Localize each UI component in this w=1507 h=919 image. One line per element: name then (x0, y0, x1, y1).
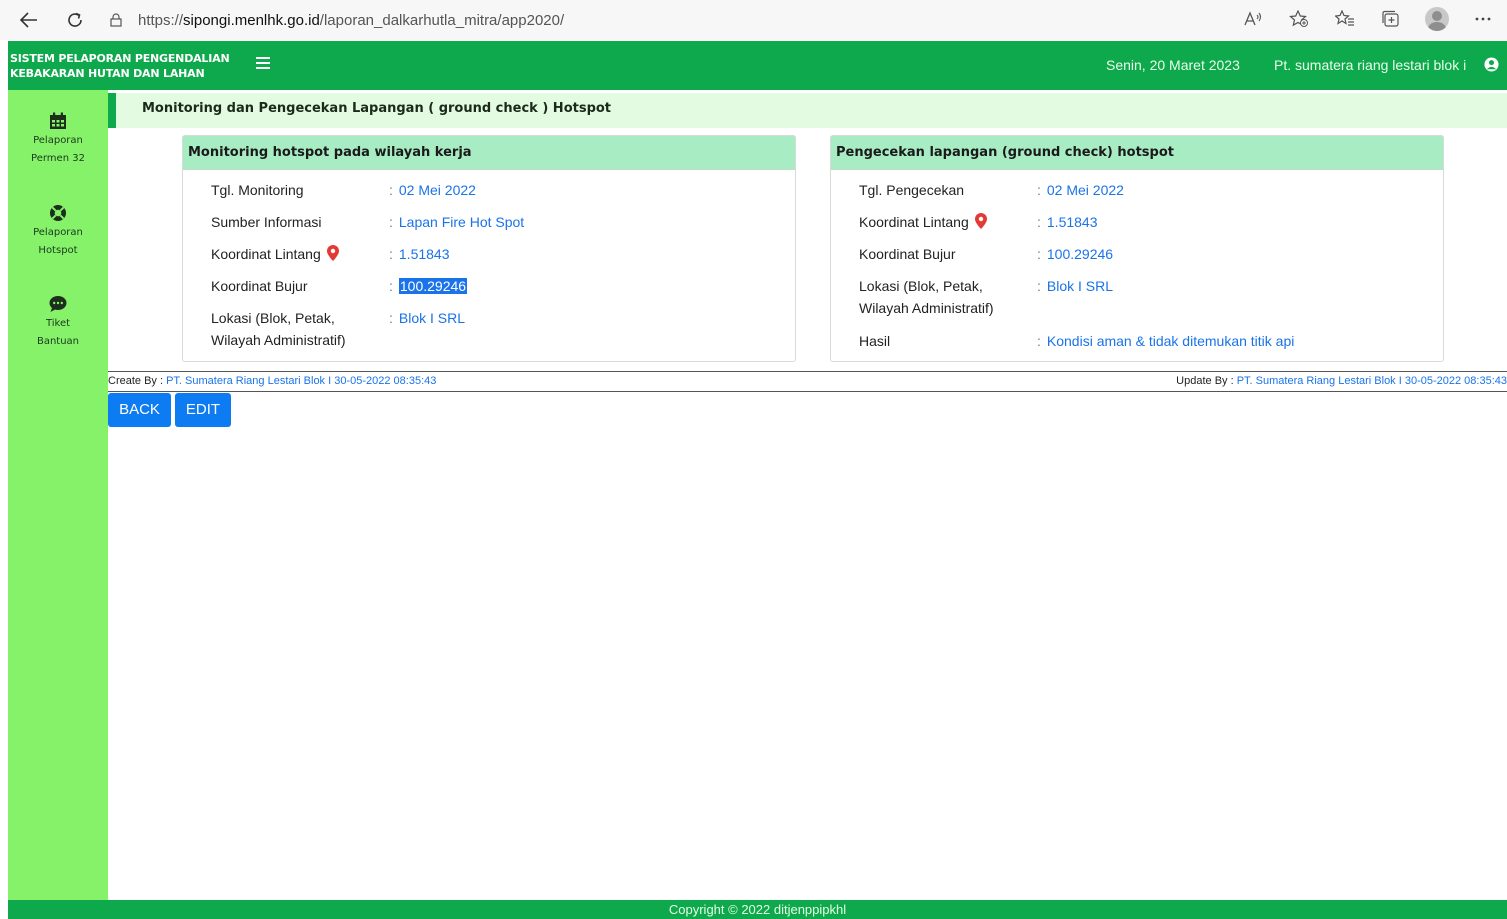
lock-icon (110, 13, 122, 27)
sidebar-item-tiket-bantuan[interactable]: Tiket Bantuan (8, 295, 108, 351)
field-label: Koordinat Lintang (211, 246, 321, 262)
field-label: Hasil (859, 333, 891, 349)
header-user-name[interactable]: Pt. sumatera riang lestari blok i (1274, 57, 1466, 73)
groundcheck-panel: Pengecekan lapangan (ground check) hotsp… (830, 135, 1444, 362)
field-label: Lokasi (Blok, Petak, Wilayah Administrati… (211, 307, 381, 351)
url-host: sipongi.menlhk.go.id (183, 11, 320, 29)
field-label: Tgl. Monitoring (211, 182, 304, 198)
field-label-line-1: Lokasi (Blok, Petak, (859, 278, 983, 294)
colon: : (389, 214, 393, 230)
monitoring-panel-title: Monitoring hotspot pada wilayah kerja (183, 136, 795, 170)
url-protocol: https:// (138, 11, 184, 29)
updated-by-value: PT. Sumatera Riang Lestari Blok I 30-05-… (1236, 375, 1507, 387)
sidebar-item-label: Hotspot (38, 245, 78, 256)
user-circle-icon[interactable] (1484, 57, 1499, 72)
menu-toggle-icon[interactable] (256, 57, 270, 69)
field-label-with-icon: Koordinat Lintang (859, 211, 1029, 233)
app-brand[interactable]: SISTEM PELAPORAN PENGENDALIAN KEBAKARAN … (10, 51, 230, 81)
audit-info: Create By : PT. Sumatera Riang Lestari B… (108, 371, 1507, 392)
field-label: Sumber Informasi (211, 214, 322, 230)
monitoring-panel: Monitoring hotspot pada wilayah kerja Tg… (182, 135, 796, 362)
edit-button[interactable]: EDIT (175, 393, 231, 427)
colon: : (1037, 333, 1041, 349)
sidebar-item-label: Tiket (45, 318, 71, 329)
favorites-icon[interactable] (1331, 5, 1359, 33)
back-arrow-icon[interactable] (14, 5, 44, 35)
sidebar-item-label: Pelaporan (33, 135, 83, 146)
monitoring-source-value: Lapan Fire Hot Spot (398, 214, 525, 230)
field-label-with-icon: Koordinat Lintang (211, 243, 381, 265)
field-label: Lokasi (Blok, Petak, Wilayah Administrati… (859, 275, 1029, 319)
back-button[interactable]: BACK (108, 393, 171, 427)
groundcheck-longitude-value: 100.29246 (1046, 246, 1114, 262)
colon: : (1037, 246, 1041, 262)
field-label-line-1: Lokasi (Blok, Petak, (211, 310, 335, 326)
lifebuoy-icon (50, 205, 66, 221)
sidebar-item-permen32[interactable]: Pelaporan Permen 32 (8, 112, 108, 168)
colon: : (389, 278, 393, 294)
sidebar-item-label: Permen 32 (31, 153, 85, 164)
page-title-bar: Monitoring dan Pengecekan Lapangan ( gro… (108, 93, 1507, 128)
colon: : (389, 310, 393, 326)
colon: : (389, 246, 393, 262)
address-bar[interactable]: https://sipongi.menlhk.go.id/laporan_dal… (110, 5, 564, 35)
groundcheck-panel-title: Pengecekan lapangan (ground check) hotsp… (831, 136, 1443, 170)
sidebar: Pelaporan Permen 32 Pelaporan Hotspot Ti… (8, 90, 108, 900)
colon: : (389, 182, 393, 198)
map-pin-icon[interactable] (326, 245, 339, 261)
collections-icon[interactable] (1377, 5, 1405, 33)
field-label: Koordinat Bujur (859, 246, 956, 262)
created-by: Create By : PT. Sumatera Riang Lestari B… (108, 372, 436, 391)
groundcheck-date-value: 02 Mei 2022 (1046, 182, 1124, 198)
calendar-icon (50, 112, 66, 129)
groundcheck-result-value: Kondisi aman & tidak ditemukan titik api (1046, 333, 1295, 349)
created-by-value: PT. Sumatera Riang Lestari Blok I 30-05-… (166, 375, 437, 387)
browser-toolbar: https://sipongi.menlhk.go.id/laporan_dal… (0, 0, 1507, 40)
brand-line-2: KEBAKARAN HUTAN DAN LAHAN (10, 67, 205, 80)
sidebar-item-label: Bantuan (36, 336, 80, 347)
colon: : (1037, 278, 1041, 294)
chat-bubble-icon (49, 296, 67, 312)
monitoring-longitude-value: 100.29246 (398, 278, 468, 294)
groundcheck-latitude-value: 1.51843 (1046, 214, 1098, 230)
colon: : (1037, 182, 1041, 198)
read-aloud-icon[interactable] (1239, 5, 1267, 33)
sidebar-item-label: Pelaporan (33, 227, 83, 238)
monitoring-latitude-value: 1.51843 (398, 246, 450, 262)
profile-avatar[interactable] (1423, 5, 1451, 33)
field-label: Koordinat Bujur (211, 278, 308, 294)
header-date: Senin, 20 Maret 2023 (1106, 57, 1240, 73)
field-label: Tgl. Pengecekan (859, 182, 965, 198)
created-by-label: Create By : (108, 375, 164, 387)
updated-by: Update By : PT. Sumatera Riang Lestari B… (1176, 372, 1507, 391)
more-options-icon[interactable] (1469, 5, 1497, 33)
page-title: Monitoring dan Pengecekan Lapangan ( gro… (142, 101, 612, 116)
app-header: SISTEM PELAPORAN PENGENDALIAN KEBAKARAN … (8, 41, 1507, 90)
map-pin-icon[interactable] (974, 213, 987, 229)
brand-line-1: SISTEM PELAPORAN PENGENDALIAN (10, 52, 230, 65)
updated-by-label: Update By : (1176, 375, 1234, 387)
monitoring-location-value: Blok I SRL (398, 310, 466, 326)
field-label-line-2: Wilayah Administratif) (211, 332, 346, 348)
field-label-line-2: Wilayah Administratif) (859, 300, 994, 316)
groundcheck-location-value: Blok I SRL (1046, 278, 1114, 294)
add-favorite-icon[interactable] (1285, 5, 1313, 33)
sidebar-item-hotspot[interactable]: Pelaporan Hotspot (8, 204, 108, 260)
monitoring-date-value: 02 Mei 2022 (398, 182, 476, 198)
footer-copyright: Copyright © 2022 ditjenppipkhl (8, 900, 1507, 919)
field-label: Koordinat Lintang (859, 214, 969, 230)
url-path: /laporan_dalkarhutla_mitra/app2020/ (319, 11, 565, 29)
reload-icon[interactable] (60, 5, 90, 35)
colon: : (1037, 214, 1041, 230)
